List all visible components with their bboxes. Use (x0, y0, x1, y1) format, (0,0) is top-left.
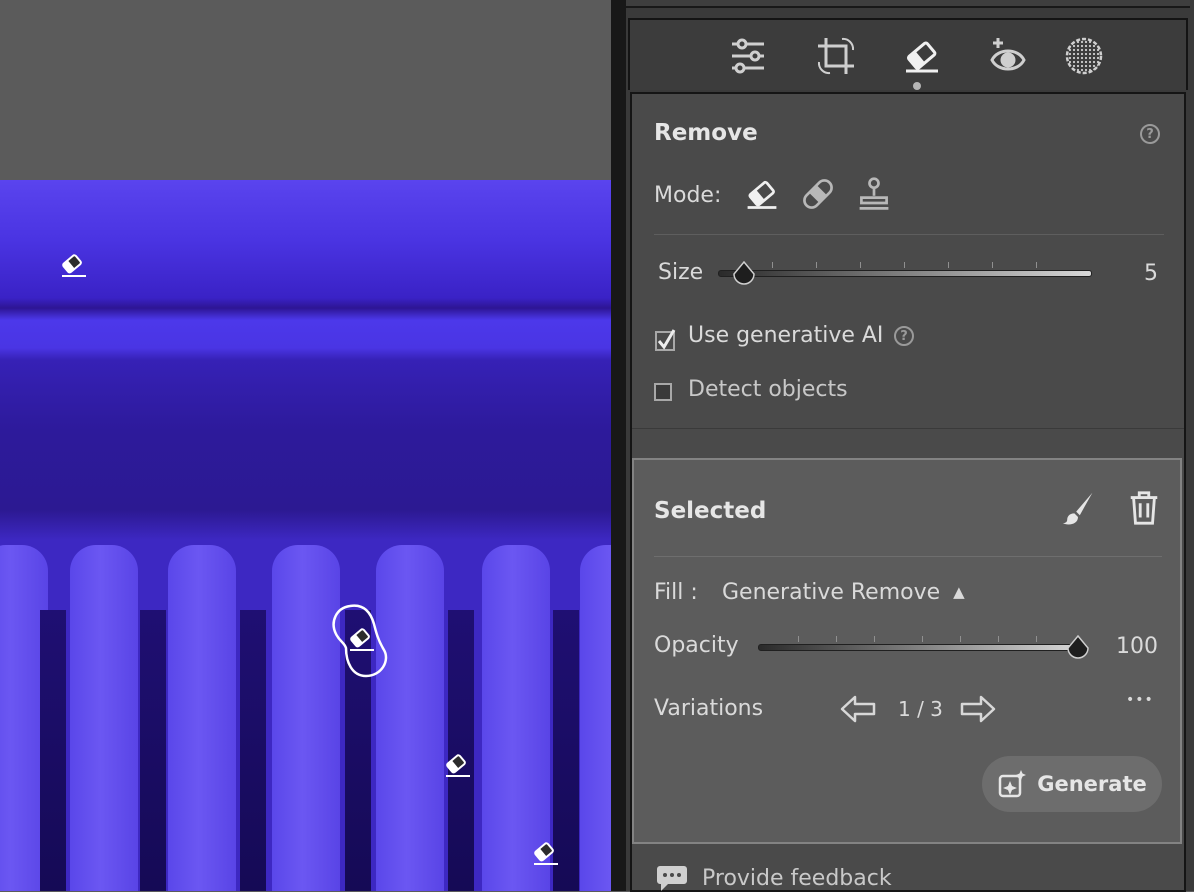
panel-divider[interactable] (611, 0, 626, 891)
photo-image[interactable] (0, 180, 611, 891)
selected-remove-area[interactable] (330, 602, 392, 682)
size-label: Size (658, 260, 704, 285)
opacity-label: Opacity (654, 633, 739, 658)
previous-variation-arrow-icon[interactable] (838, 689, 878, 729)
mode-label: Mode: (654, 183, 722, 208)
gen-ai-label: Use generative AI (688, 323, 884, 348)
mode-clone-stamp-icon[interactable] (854, 174, 894, 214)
fill-select-value: Generative Remove (722, 580, 941, 605)
detect-objects-label: Detect objects (688, 377, 848, 402)
help-icon[interactable]: ? (1140, 124, 1160, 144)
opacity-value: 100 (1116, 634, 1158, 659)
remove-pin-eraser-icon[interactable] (58, 250, 88, 280)
edit-sliders-icon[interactable] (726, 34, 770, 78)
gen-ai-help-icon[interactable]: ? (894, 326, 914, 346)
fill-label: Fill : (654, 580, 698, 605)
size-slider-thumb[interactable] (731, 260, 757, 291)
provide-feedback-label: Provide feedback (702, 865, 892, 891)
mode-heal-bandage-icon[interactable] (798, 174, 838, 214)
variations-counter: 1 / 3 (898, 697, 943, 721)
selected-section: Selected Fill : Generative Remove ▲︎ Opa… (632, 458, 1182, 844)
opacity-slider[interactable] (758, 644, 1080, 651)
photo-canvas[interactable] (0, 0, 611, 891)
eraser-icon[interactable] (900, 34, 944, 78)
gen-ai-checkbox[interactable] (654, 328, 678, 352)
detect-objects-checkbox[interactable] (654, 383, 672, 401)
mode-eraser-icon[interactable] (742, 174, 782, 214)
brush-icon[interactable] (1058, 488, 1098, 528)
next-variation-arrow-icon[interactable] (958, 689, 998, 729)
generate-sparkle-icon (999, 770, 1027, 798)
edit-panel: Remove ? Mode: Size 5 Use generative AI … (626, 0, 1194, 892)
size-slider[interactable] (718, 270, 1092, 277)
size-value: 5 (1144, 261, 1158, 286)
generate-label: Generate (1037, 772, 1147, 796)
remove-pin-eraser-icon[interactable] (530, 838, 560, 868)
updown-chevron-icon: ▲︎ (953, 583, 965, 601)
remove-pin-eraser-icon[interactable] (442, 750, 472, 780)
fill-select[interactable]: Generative Remove ▲︎ (722, 580, 965, 605)
trash-icon[interactable] (1124, 488, 1164, 528)
active-tool-indicator (913, 82, 921, 90)
tool-strip (628, 18, 1188, 90)
more-options-icon[interactable]: ••• (1126, 692, 1154, 708)
masking-icon[interactable] (1062, 34, 1106, 78)
remove-title: Remove (654, 120, 758, 146)
selected-title: Selected (654, 498, 767, 524)
generate-button[interactable]: Generate (982, 756, 1162, 812)
variations-label: Variations (654, 696, 764, 721)
provide-feedback-link[interactable]: Provide feedback (656, 864, 892, 892)
crop-rotate-icon[interactable] (814, 34, 858, 78)
red-eye-icon[interactable] (986, 34, 1030, 78)
feedback-chat-icon (657, 866, 687, 891)
opacity-slider-thumb[interactable] (1065, 634, 1091, 665)
